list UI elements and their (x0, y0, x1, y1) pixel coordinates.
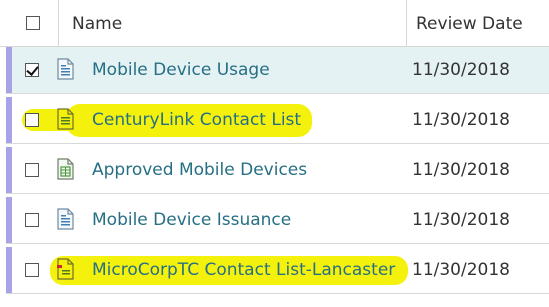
document-yellow-icon (57, 108, 74, 130)
row-title-link[interactable]: CenturyLink Contact List (92, 97, 301, 143)
spreadsheet-icon (57, 158, 74, 180)
row-review-date: 11/30/2018 (412, 210, 510, 230)
column-header-review-date[interactable]: Review Date (406, 0, 549, 46)
document-icon (57, 208, 74, 230)
table-header: Name Review Date (0, 0, 549, 47)
row-accent-bar (6, 197, 12, 243)
document-flagged-icon (57, 258, 74, 280)
row-checkbox[interactable] (25, 263, 39, 277)
row-accent-bar (6, 97, 12, 143)
row-review-date: 11/30/2018 (412, 60, 510, 80)
row-checkbox[interactable] (25, 113, 39, 127)
row-checkbox[interactable] (25, 213, 39, 227)
column-header-name[interactable]: Name (58, 0, 402, 46)
checkmark-icon (26, 63, 39, 76)
row-review-date: 11/30/2018 (412, 160, 510, 180)
row-title-link[interactable]: Mobile Device Issuance (92, 197, 291, 243)
row-accent-bar (6, 147, 12, 193)
table-row[interactable]: MicroCorpTC Contact List-Lancaster 11/30… (6, 247, 549, 294)
row-checkbox[interactable] (25, 163, 39, 177)
row-title-link[interactable]: Approved Mobile Devices (92, 147, 307, 193)
table-row[interactable]: Approved Mobile Devices 11/30/2018 (6, 147, 549, 194)
row-title-link[interactable]: Mobile Device Usage (92, 47, 270, 93)
row-accent-bar (6, 247, 12, 293)
table-row[interactable]: CenturyLink Contact List 11/30/2018 (6, 97, 549, 144)
table-row[interactable]: Mobile Device Issuance 11/30/2018 (6, 197, 549, 244)
row-accent-bar (6, 47, 12, 93)
document-icon (57, 58, 74, 80)
row-review-date: 11/30/2018 (412, 260, 510, 280)
row-checkbox[interactable] (25, 63, 39, 77)
row-title-link[interactable]: MicroCorpTC Contact List-Lancaster (92, 247, 395, 293)
table-row[interactable]: Mobile Device Usage 11/30/2018 (6, 47, 549, 94)
select-all-checkbox[interactable] (26, 16, 40, 30)
row-review-date: 11/30/2018 (412, 110, 510, 130)
